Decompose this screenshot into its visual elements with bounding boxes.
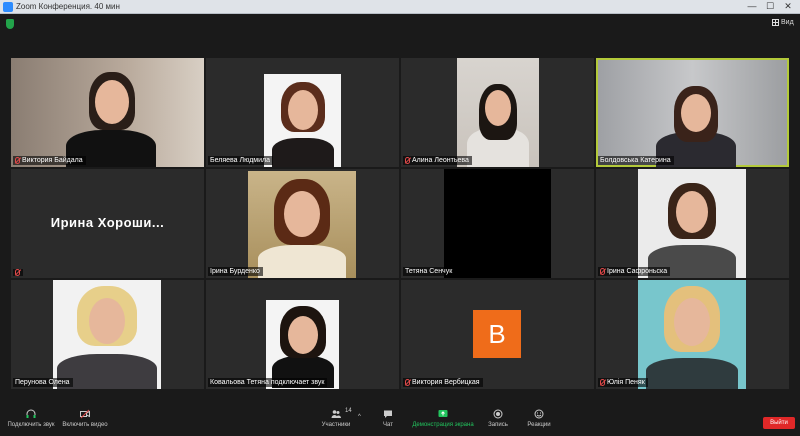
reactions-label: Реакции <box>527 422 551 428</box>
record-button[interactable]: Запись <box>486 409 510 428</box>
maximize-button[interactable]: ☐ <box>762 1 778 12</box>
person-body <box>272 138 334 167</box>
start-video-button[interactable]: Включить видео <box>60 409 110 428</box>
chat-label: Чат <box>383 422 393 428</box>
view-label: Вид <box>781 19 794 26</box>
mic-muted-icon <box>405 157 410 164</box>
video-tile[interactable]: Виктория Байдала <box>11 58 204 167</box>
participant-name-tag: Виктория Байдала <box>13 156 86 165</box>
reactions-smiley-icon <box>534 409 544 419</box>
participant-name-tag: Юлія Пеняк <box>598 378 648 387</box>
participant-name: Ковальова Тетяна подключает звук <box>210 379 325 386</box>
participant-video-black <box>444 169 551 278</box>
meeting-topbar: Вид <box>0 14 800 34</box>
chat-button[interactable]: Чат <box>378 409 398 428</box>
participant-name: Тетяна Сенчук <box>405 268 453 275</box>
participant-name: Ірина Бурденко <box>210 268 260 275</box>
participant-name-tag: Ірина Сафроньска <box>598 267 671 276</box>
participant-name: Беляева Людмила <box>210 157 270 164</box>
mic-muted-icon <box>15 269 20 276</box>
record-label: Запись <box>488 422 508 428</box>
person-body <box>258 245 346 278</box>
participant-name: Алина Леонтьева <box>412 157 469 164</box>
person-head <box>89 298 125 344</box>
participant-name-tag: Ковальова Тетяна подключает звук <box>208 378 328 387</box>
participant-name-tag: Болдовська Катерина <box>598 156 674 165</box>
participant-name-tag: Алина Леонтьева <box>403 156 472 165</box>
view-button[interactable]: Вид <box>772 19 794 26</box>
video-tile[interactable]: Алина Леонтьева <box>401 58 594 167</box>
join-audio-label: Подключить звук <box>7 422 55 428</box>
video-tile[interactable]: Ковальова Тетяна подключает звук <box>206 280 399 389</box>
person-head <box>288 316 318 354</box>
participants-icon <box>331 410 341 418</box>
zoom-app-icon <box>3 2 13 12</box>
video-tile[interactable]: Ірина Сафроньска <box>596 169 789 278</box>
participant-name-tag: Ірина Бурденко <box>208 267 263 276</box>
grid-view-icon <box>772 19 779 26</box>
participant-name: Болдовська Катерина <box>600 157 671 164</box>
close-window-button[interactable]: ✕ <box>780 1 796 12</box>
person-body <box>646 358 738 389</box>
person-head <box>681 94 711 132</box>
participant-name: Ірина Сафроньска <box>607 268 668 275</box>
person-head <box>485 90 511 126</box>
headphones-icon <box>26 409 36 418</box>
video-tile[interactable]: B Виктория Вербицкая <box>401 280 594 389</box>
participant-name-tag: Тетяна Сенчук <box>403 267 456 276</box>
leave-meeting-button[interactable]: Выйти <box>763 417 795 429</box>
video-tile[interactable]: Тетяна Сенчук <box>401 169 594 278</box>
video-tile-active-speaker[interactable]: Болдовська Катерина <box>596 58 789 167</box>
person-head <box>674 298 710 346</box>
video-tile[interactable]: Ирина Хороши... <box>11 169 204 278</box>
mic-muted-icon <box>600 268 605 275</box>
shield-icon[interactable] <box>6 19 14 29</box>
video-tile[interactable]: Беляева Людмила <box>206 58 399 167</box>
participant-name: Виктория Вербицкая <box>412 379 480 386</box>
person-head <box>288 90 318 130</box>
participant-name-tag <box>13 269 23 276</box>
participant-name-tag: Перунова Олена <box>13 378 73 387</box>
person-head <box>676 191 708 233</box>
mic-muted-icon <box>600 379 605 386</box>
join-audio-button[interactable]: Подключить звук <box>4 409 58 428</box>
video-tile[interactable]: Юлія Пеняк <box>596 280 789 389</box>
person-head <box>284 191 320 237</box>
reactions-button[interactable]: Реакции <box>526 409 552 428</box>
participant-name-large: Ирина Хороши... <box>50 215 165 230</box>
record-icon <box>493 409 503 419</box>
participant-avatar: B <box>473 310 521 358</box>
chat-icon <box>384 410 392 418</box>
participant-name-tag: Беляева Людмила <box>208 156 273 165</box>
participant-name-tag: Виктория Вербицкая <box>403 378 483 387</box>
share-screen-label: Демонстрация экрана <box>412 422 474 428</box>
video-off-icon <box>80 409 90 419</box>
participants-label: Участники <box>321 422 351 428</box>
start-video-label: Включить видео <box>62 422 108 428</box>
minimize-button[interactable]: — <box>744 1 760 12</box>
participant-name: Перунова Олена <box>15 379 70 386</box>
mic-muted-icon <box>405 379 410 386</box>
participants-count: 14 <box>345 408 352 414</box>
video-tile[interactable]: Ірина Бурденко <box>206 169 399 278</box>
window-title: Zoom Конференция. 40 мин <box>16 2 120 11</box>
meeting-toolbar: Подключить звук Включить видео Участники… <box>0 405 800 436</box>
video-tile[interactable]: Перунова Олена <box>11 280 204 389</box>
participant-name: Виктория Байдала <box>22 157 83 164</box>
window-titlebar: Zoom Конференция. 40 мин — ☐ ✕ <box>0 0 800 14</box>
chevron-up-icon[interactable]: ^ <box>358 414 361 420</box>
participant-name: Юлія Пеняк <box>607 379 645 386</box>
share-screen-icon <box>438 410 448 417</box>
mic-muted-icon <box>15 157 20 164</box>
share-screen-button[interactable]: Демонстрация экрана <box>410 409 476 428</box>
person-head <box>95 80 129 124</box>
